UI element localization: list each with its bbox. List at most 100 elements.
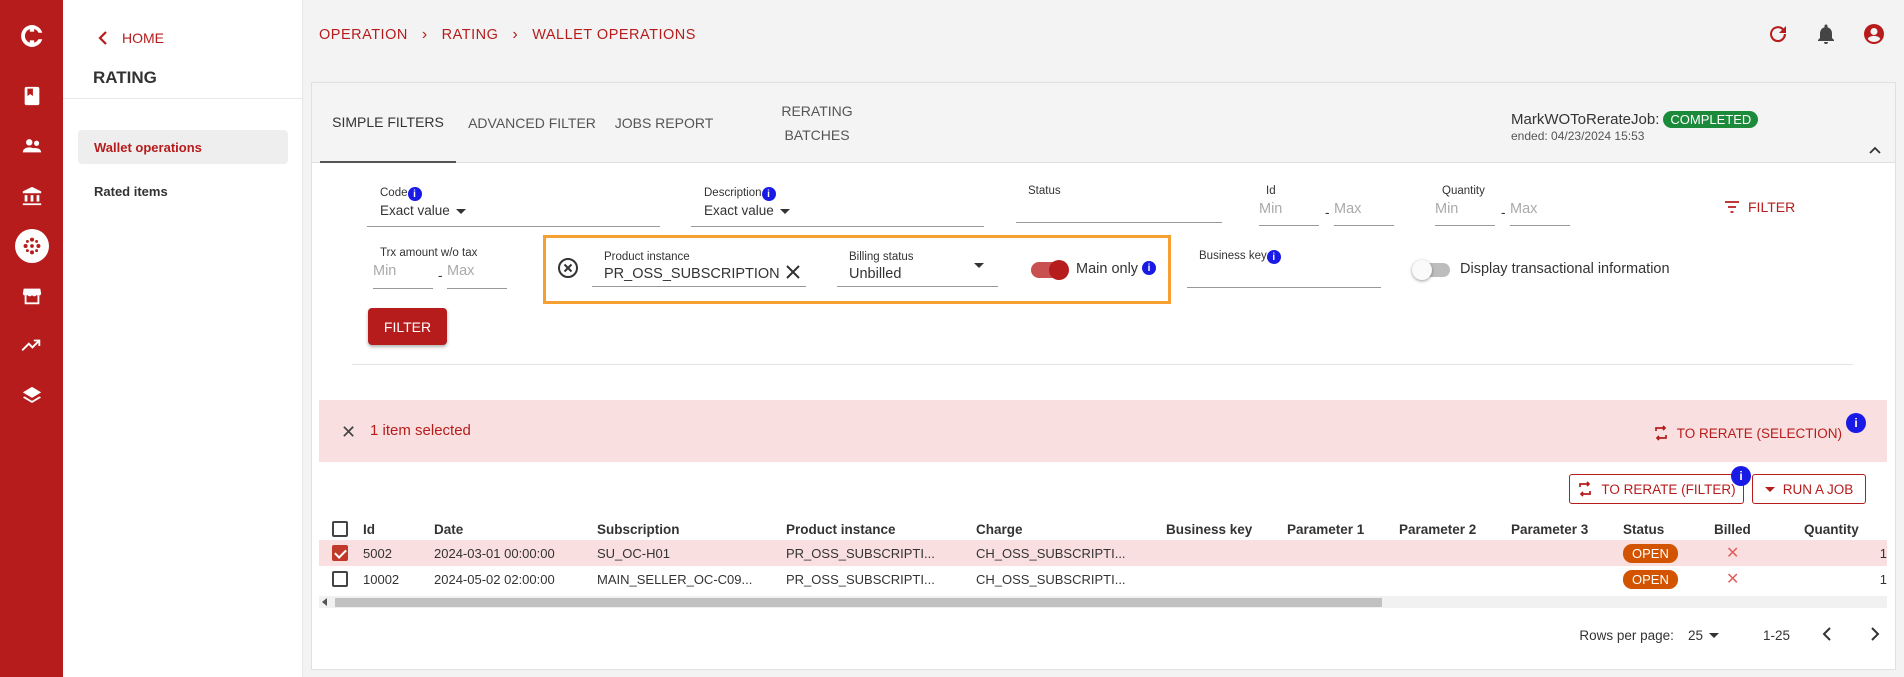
bank-icon[interactable] — [0, 176, 63, 216]
quantity-min-input[interactable]: Min — [1435, 201, 1458, 217]
column-header[interactable]: Parameter 3 — [1511, 518, 1623, 540]
rows-per-page-select[interactable]: 25 — [1688, 628, 1719, 643]
cell-parameter-2 — [1399, 540, 1511, 566]
cell-charge-link[interactable]: CH_OSS_SUBSCRIPTI... — [976, 566, 1166, 592]
to-rerate-filter-button[interactable]: TO RERATE (FILTER) — [1569, 474, 1744, 504]
tab-simple-filters[interactable]: SIMPLE FILTERS — [320, 83, 456, 163]
filter-link[interactable]: FILTER — [1724, 199, 1795, 215]
product-instance-value[interactable]: PR_OSS_SUBSCRIPTION — [604, 266, 780, 282]
people-icon[interactable] — [0, 126, 63, 166]
column-header[interactable]: Status — [1623, 518, 1714, 540]
breadcrumb-operation[interactable]: OPERATION — [319, 27, 408, 43]
cell-subscription-link[interactable]: SU_OC-H01 — [597, 540, 786, 566]
chevron-left-icon — [98, 31, 107, 45]
column-header[interactable]: Billed — [1714, 518, 1804, 540]
column-header[interactable]: Parameter 1 — [1287, 518, 1399, 540]
scroll-left-icon[interactable] — [322, 598, 327, 606]
clear-circle-icon[interactable] — [557, 257, 579, 284]
trx-amount-label: Trx amount w/o tax — [380, 247, 478, 259]
prev-page-icon[interactable] — [1822, 627, 1832, 644]
trx-min-input[interactable]: Min — [373, 263, 396, 279]
sidebar-item-rated-items[interactable]: Rated items — [78, 174, 288, 208]
info-icon[interactable]: i — [1266, 250, 1281, 264]
bell-icon[interactable] — [1814, 22, 1838, 51]
logo-icon[interactable] — [0, 16, 63, 56]
column-header[interactable]: Product instance — [786, 518, 976, 540]
column-header[interactable]: Quantity — [1804, 518, 1887, 540]
product-instance-input[interactable] — [592, 286, 806, 287]
breadcrumb-rating[interactable]: RATING — [442, 27, 499, 43]
tab-jobs-report[interactable]: JOBS REPORT — [608, 83, 720, 163]
chevron-right-icon: › — [421, 26, 428, 43]
display-trx-toggle[interactable] — [1412, 260, 1450, 280]
sidebar-item-wallet-operations[interactable]: Wallet operations — [78, 130, 288, 164]
table-row[interactable]: 5002 2024-03-01 00:00:00 SU_OC-H01 PR_OS… — [319, 540, 1887, 566]
status-input[interactable] — [1016, 222, 1222, 223]
info-icon[interactable]: i — [1731, 466, 1751, 486]
table-row[interactable]: 10002 2024-05-02 02:00:00 MAIN_SELLER_OC… — [319, 566, 1887, 592]
id-max-input[interactable]: Max — [1334, 201, 1361, 217]
cell-product-instance-link[interactable]: PR_OSS_SUBSCRIPTI... — [786, 566, 976, 592]
description-input[interactable] — [691, 226, 984, 227]
chevron-right-icon: › — [512, 26, 519, 43]
column-header[interactable]: Charge — [976, 518, 1166, 540]
cell-business-key — [1166, 566, 1287, 592]
cell-subscription-link[interactable]: MAIN_SELLER_OC-C09... — [597, 566, 786, 592]
chevron-up-icon[interactable] — [1869, 145, 1881, 155]
store-icon[interactable] — [0, 276, 63, 316]
row-checkbox[interactable] — [332, 571, 348, 588]
caret-down-icon[interactable] — [974, 263, 984, 268]
quantity-max-input[interactable]: Max — [1510, 201, 1537, 217]
trx-max-input[interactable]: Max — [447, 263, 474, 279]
select-all-checkbox[interactable] — [332, 521, 348, 538]
main-only-toggle[interactable] — [1031, 260, 1069, 280]
column-header[interactable]: Date — [434, 518, 597, 540]
top-icons — [1766, 22, 1886, 51]
run-job-button[interactable]: RUN A JOB — [1752, 474, 1866, 504]
scrollbar-thumb[interactable] — [335, 598, 1382, 607]
to-rerate-selection-button[interactable]: TO RERATE (SELECTION) — [1653, 425, 1842, 441]
info-icon[interactable]: i — [761, 187, 776, 201]
info-icon[interactable]: i — [1846, 413, 1866, 433]
info-icon[interactable]: i — [407, 187, 422, 201]
column-header[interactable]: Business key — [1166, 518, 1287, 540]
billed-no-icon: ✕ — [1726, 545, 1740, 562]
description-select[interactable]: Exact value — [704, 203, 790, 218]
tab-rerating-batches[interactable]: RERATING BATCHES — [752, 83, 882, 163]
tab-rerating-label: RERATING — [781, 103, 853, 119]
product-instance-label: Product instance — [604, 251, 690, 263]
filter-button[interactable]: FILTER — [368, 308, 447, 345]
breadcrumb-wallet-operations: WALLET OPERATIONS — [532, 27, 696, 43]
cell-product-instance-link[interactable]: PR_OSS_SUBSCRIPTI... — [786, 540, 976, 566]
billing-status-value[interactable]: Unbilled — [849, 266, 901, 282]
next-page-icon[interactable] — [1870, 627, 1880, 644]
tab-advanced-filter[interactable]: ADVANCED FILTER — [464, 83, 600, 163]
close-icon[interactable] — [784, 263, 802, 286]
column-header[interactable]: Id — [363, 518, 434, 540]
code-input[interactable] — [367, 226, 660, 227]
account-icon[interactable] — [1862, 22, 1886, 51]
horizontal-scrollbar[interactable] — [319, 596, 1887, 608]
refresh-icon[interactable] — [1766, 22, 1790, 51]
layers-icon[interactable] — [0, 376, 63, 416]
id-range-dash: - — [1325, 205, 1330, 220]
id-min-input[interactable]: Min — [1259, 201, 1282, 217]
column-header[interactable]: Parameter 2 — [1399, 518, 1511, 540]
caret-down-icon — [779, 208, 790, 214]
close-icon[interactable]: ✕ — [341, 422, 356, 443]
selection-bar: ✕ 1 item selected TO RERATE (SELECTION) — [319, 400, 1887, 462]
pagination: Rows per page: 25 1-25 — [1579, 627, 1880, 644]
display-trx-label: Display transactional information — [1460, 261, 1670, 277]
rating-icon[interactable] — [0, 226, 63, 266]
info-icon[interactable]: i — [1142, 261, 1157, 275]
book-icon[interactable] — [0, 76, 63, 116]
column-header[interactable]: Subscription — [597, 518, 786, 540]
home-link[interactable]: HOME — [98, 30, 164, 46]
trending-up-icon[interactable] — [0, 326, 63, 366]
row-checkbox[interactable] — [332, 545, 348, 562]
cell-parameter-3 — [1511, 540, 1623, 566]
business-key-input[interactable] — [1187, 287, 1381, 288]
cell-charge-link[interactable]: CH_OSS_SUBSCRIPTI... — [976, 540, 1166, 566]
code-select[interactable]: Exact value — [380, 203, 466, 218]
billing-status-select[interactable] — [837, 286, 998, 287]
